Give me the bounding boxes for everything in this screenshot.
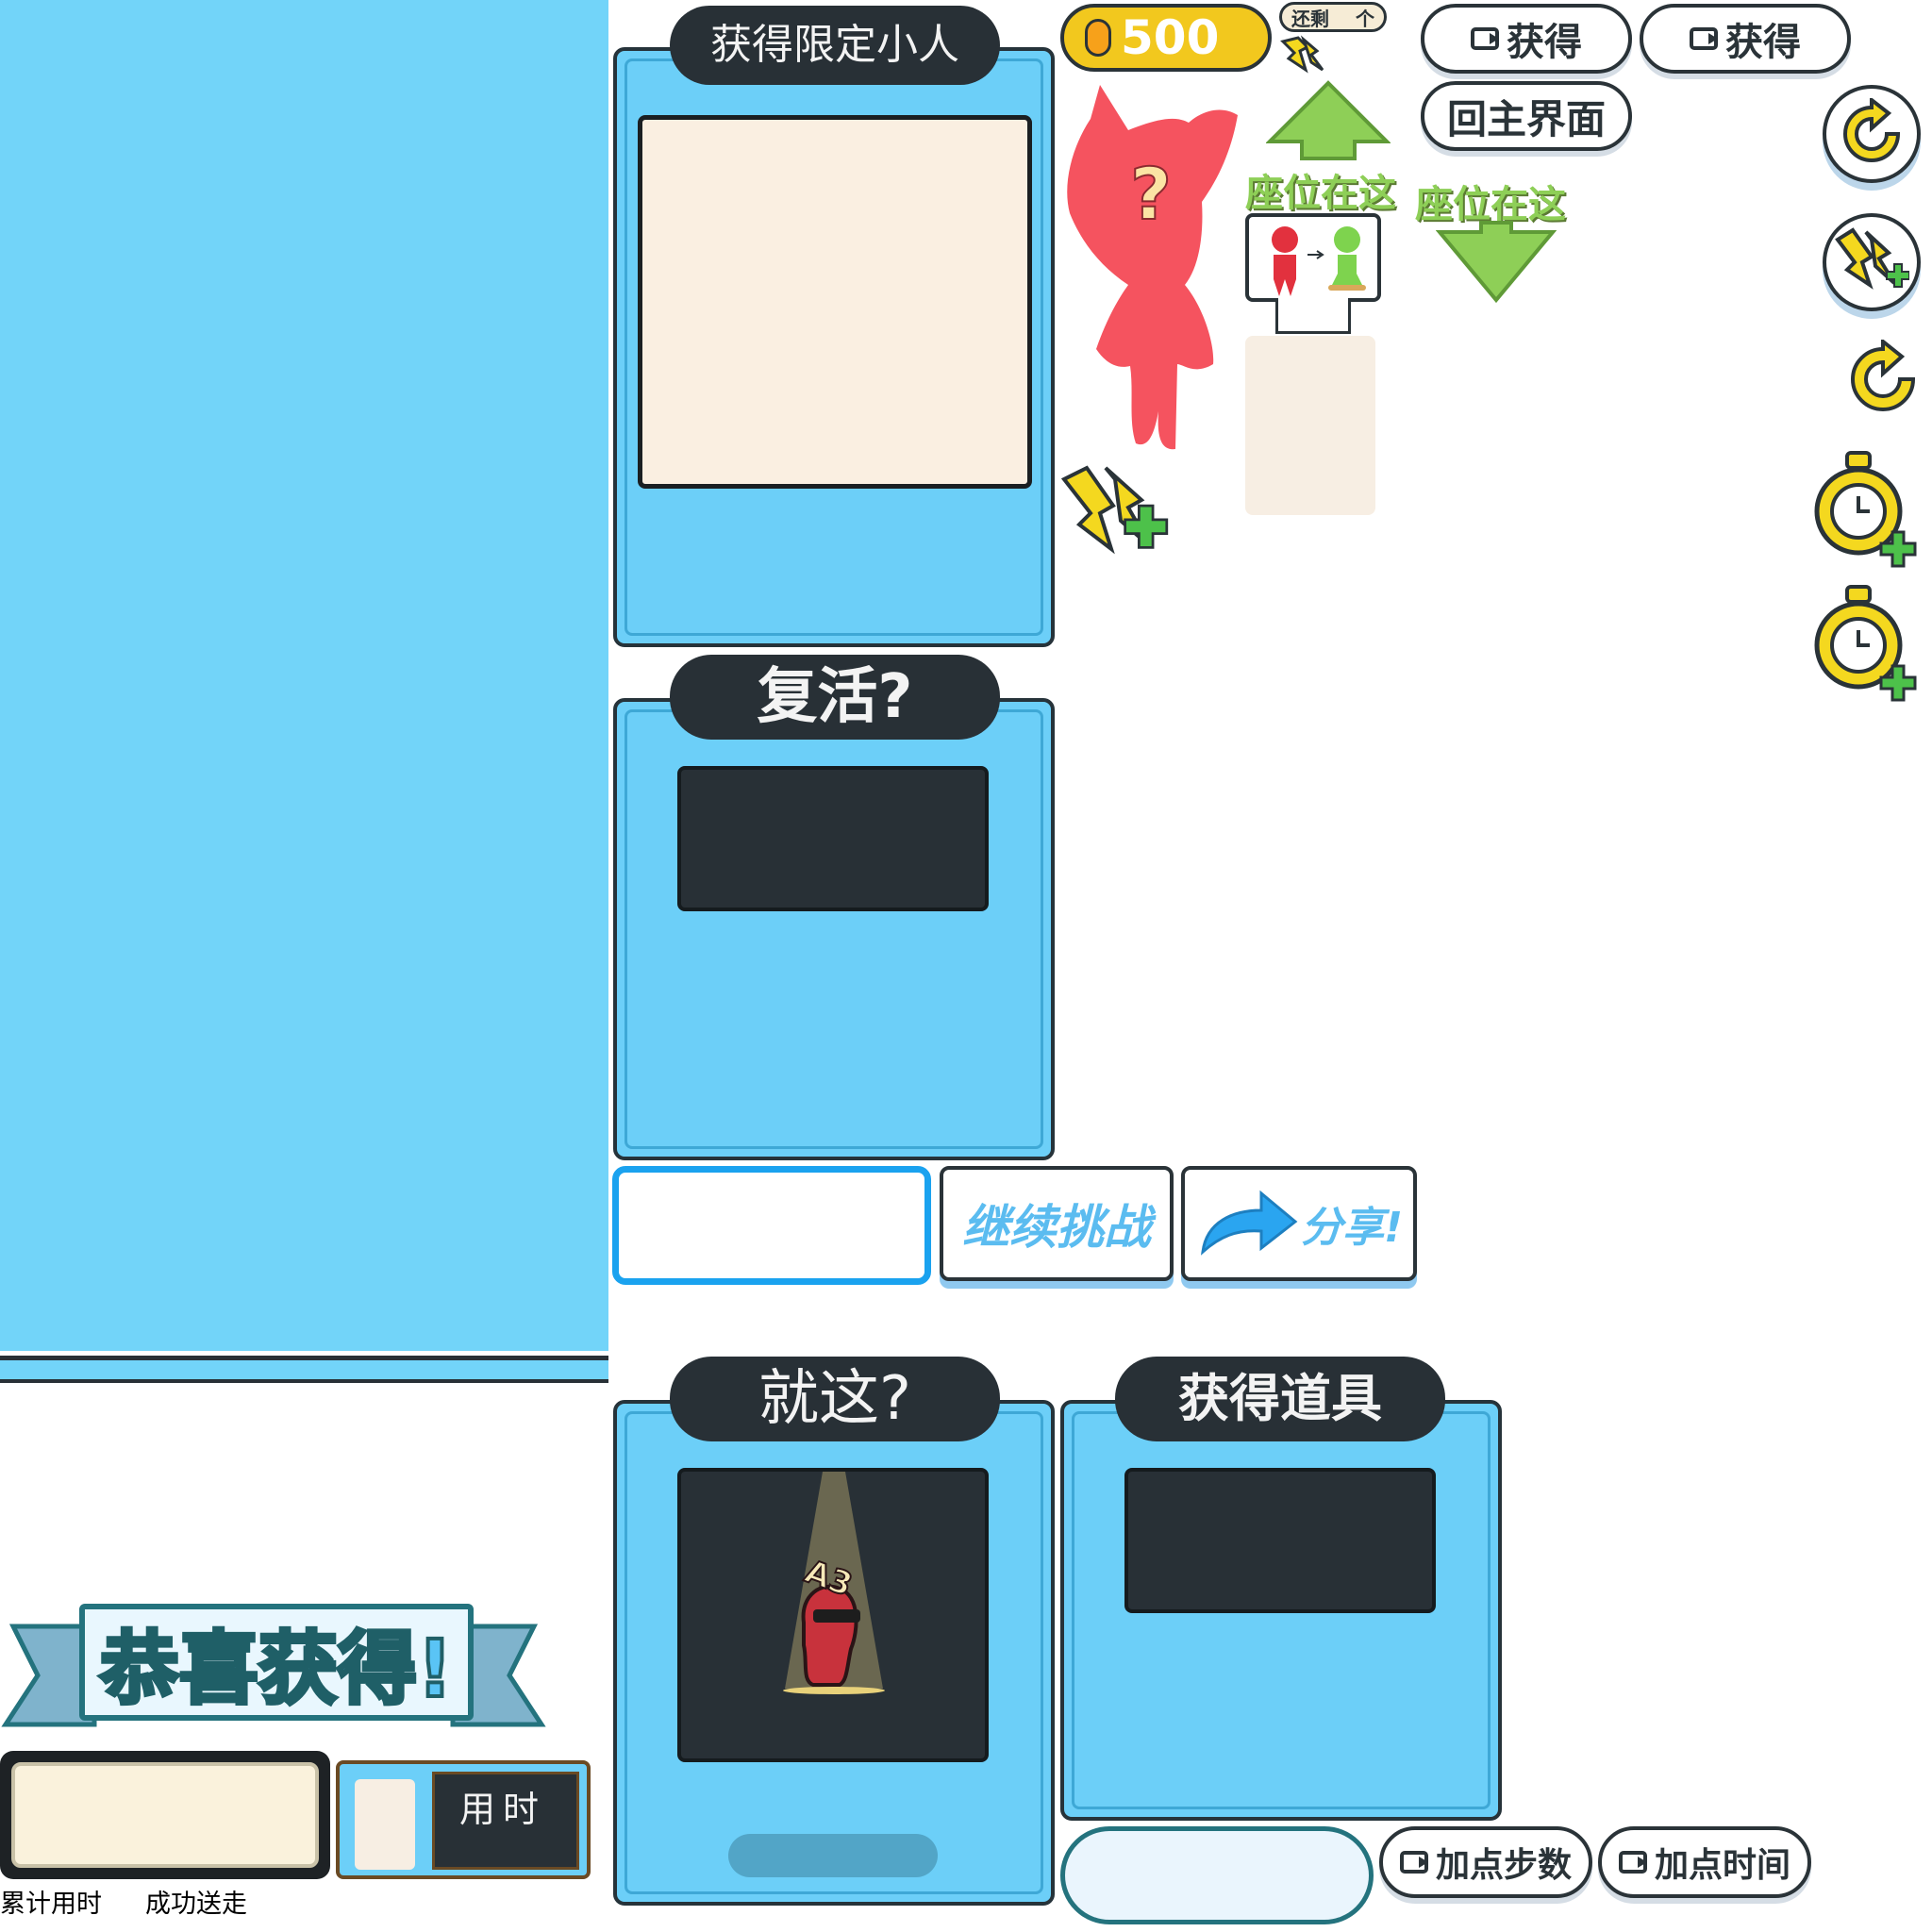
congrats-title: 恭喜获得! xyxy=(98,1621,455,1717)
lightning-plus-round-button[interactable] xyxy=(1823,213,1921,311)
seat-label-left: 座位在这 xyxy=(1245,172,1396,215)
spotlight-stage: A3 xyxy=(677,1468,989,1762)
remaining-counter: 还剩 个 xyxy=(1279,2,1387,32)
share-arrow-icon xyxy=(1200,1190,1298,1256)
video-get-label-1: 获得 xyxy=(1507,21,1582,64)
add-time-button[interactable]: 加点时间 xyxy=(1598,1826,1811,1898)
revive-content-area xyxy=(677,766,989,911)
time-board-label: 用时 xyxy=(459,1789,547,1830)
limited-character-frame xyxy=(638,115,1032,489)
item-name-pill xyxy=(1060,1826,1374,1924)
revive-title: 复活? xyxy=(670,655,1000,740)
spotlight-character: A3 xyxy=(783,1472,885,1694)
divider-line xyxy=(0,1379,608,1383)
video-get-button-2[interactable]: 获得 xyxy=(1640,4,1851,74)
video-icon xyxy=(1618,1851,1647,1874)
video-get-label-2: 获得 xyxy=(1725,21,1801,64)
refresh-icon xyxy=(1843,98,1901,162)
continue-challenge-button[interactable]: 继续挑战 xyxy=(940,1166,1174,1281)
divider-strip xyxy=(0,1360,608,1379)
get-limited-title: 获得限定小人 xyxy=(670,6,1000,85)
add-time-label: 加点时间 xyxy=(1654,1846,1790,1885)
add-steps-label: 加点步数 xyxy=(1435,1846,1572,1885)
video-icon xyxy=(1399,1851,1428,1874)
add-steps-button[interactable]: 加点步数 xyxy=(1379,1826,1592,1898)
green-arrow-down-icon xyxy=(1436,221,1557,304)
main-menu-label: 回主界面 xyxy=(1446,95,1606,142)
seat-swap-card xyxy=(1245,213,1381,302)
video-icon xyxy=(1690,27,1718,50)
coin-icon xyxy=(1085,19,1111,57)
coin-counter: 500 xyxy=(1060,4,1272,72)
item-content-area xyxy=(1124,1468,1436,1613)
total-time-board xyxy=(0,1751,330,1879)
remaining-unit: 个 xyxy=(1356,7,1374,30)
stopwatch-plus-icon[interactable] xyxy=(1813,449,1917,575)
refresh-icon[interactable] xyxy=(1841,340,1923,421)
mystery-character-silhouette: ? xyxy=(1067,85,1238,450)
congrats-banner: 恭喜获得! xyxy=(79,1604,474,1721)
coin-value: 500 xyxy=(1121,10,1220,65)
main-menu-button[interactable]: 回主界面 xyxy=(1421,81,1632,151)
input-box[interactable] xyxy=(612,1166,931,1285)
get-item-title: 获得道具 xyxy=(1115,1357,1445,1441)
share-label: 分享! xyxy=(1300,1204,1404,1252)
footer-success-sent: 成功送走 xyxy=(145,1890,247,1919)
footer-total-time: 累计用时 xyxy=(0,1890,102,1919)
time-board-slot xyxy=(355,1779,415,1870)
mystery-mark: ? xyxy=(1130,152,1172,236)
refresh-round-button[interactable] xyxy=(1823,85,1921,183)
video-icon xyxy=(1471,27,1499,50)
lightning-plus-icon xyxy=(1835,227,1909,290)
video-get-button-1[interactable]: 获得 xyxy=(1421,4,1632,74)
lightning-plus-icon xyxy=(1060,465,1169,555)
continue-challenge-label: 继续挑战 xyxy=(962,1200,1151,1255)
share-button[interactable]: 分享! xyxy=(1181,1166,1417,1281)
left-blue-background xyxy=(0,0,608,1351)
green-arrow-up-icon xyxy=(1266,80,1391,160)
seat-card-stem xyxy=(1275,298,1351,334)
time-board-chalk: 用时 xyxy=(432,1772,579,1870)
stopwatch-plus-icon[interactable] xyxy=(1813,583,1917,709)
time-board: 用时 xyxy=(336,1760,591,1879)
seat-swap-icon xyxy=(1272,226,1366,296)
remaining-label: 还剩 xyxy=(1291,7,1329,30)
just-this-bar xyxy=(728,1834,938,1877)
seat-placeholder xyxy=(1245,336,1375,515)
just-this-title: 就这? xyxy=(670,1357,1000,1441)
total-time-value-area xyxy=(11,1762,319,1868)
small-arrow-icon xyxy=(1280,35,1324,74)
